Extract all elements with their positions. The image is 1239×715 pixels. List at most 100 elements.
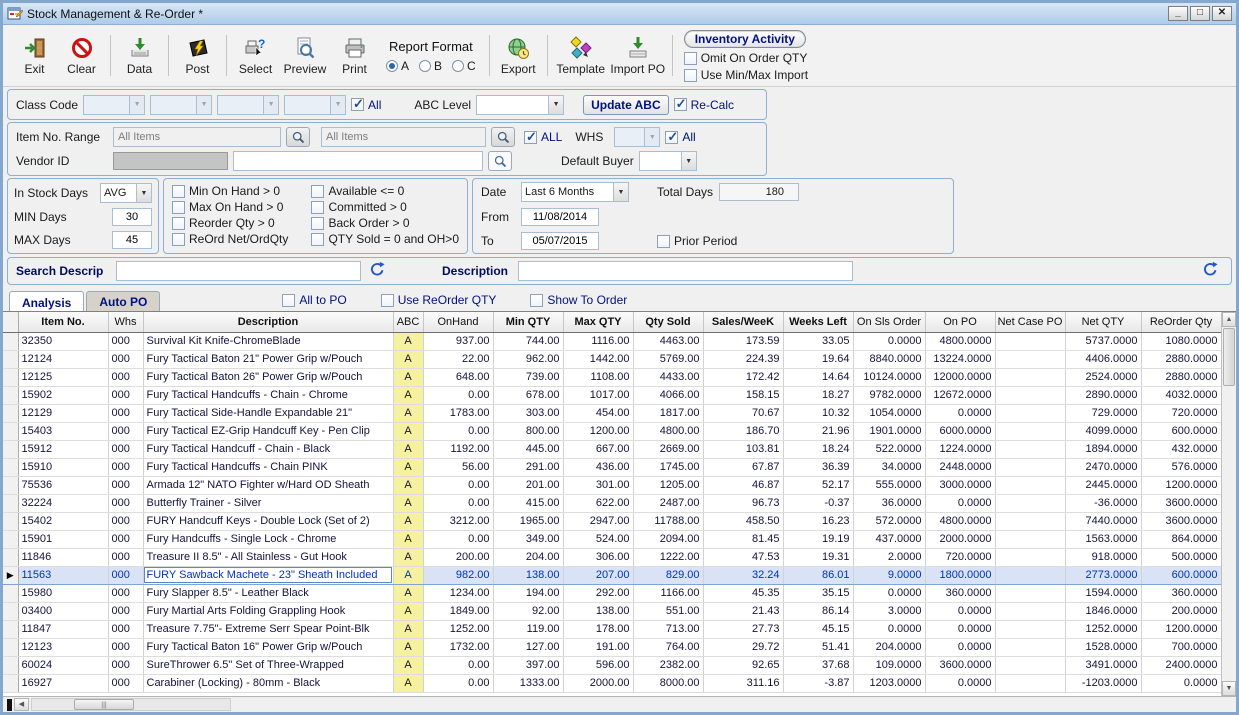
cell-abc[interactable]: A <box>393 476 423 494</box>
cell-minq[interactable]: 291.00 <box>493 458 563 476</box>
cell-onpo[interactable]: 0.0000 <box>925 620 995 638</box>
cell-onhand[interactable]: 1849.00 <box>423 602 493 620</box>
cell-desc[interactable]: Treasure II 8.5" - All Stainless - Gut H… <box>143 548 393 566</box>
cell-onpo[interactable]: 4800.0000 <box>925 512 995 530</box>
cell-abc[interactable]: A <box>393 530 423 548</box>
cell-whs[interactable]: 000 <box>108 548 143 566</box>
cell-abc[interactable]: A <box>393 638 423 656</box>
class-code-combo-1[interactable]: ▼ <box>83 95 145 115</box>
tab-analysis[interactable]: Analysis <box>9 291 84 312</box>
cell-ncase[interactable] <box>995 530 1065 548</box>
cell-minq[interactable]: 204.00 <box>493 548 563 566</box>
cell-netq[interactable]: 4406.0000 <box>1065 350 1141 368</box>
cell-onsls[interactable]: 34.0000 <box>853 458 925 476</box>
all-to-po-checkbox[interactable]: All to PO <box>282 293 346 307</box>
prior-period-checkbox[interactable]: Prior Period <box>657 234 737 248</box>
cell-onpo[interactable]: 12000.0000 <box>925 368 995 386</box>
print-button[interactable]: Print <box>331 27 378 84</box>
cell-abc[interactable]: A <box>393 368 423 386</box>
cell-qsold[interactable]: 5769.00 <box>633 350 703 368</box>
cell-whs[interactable]: 000 <box>108 422 143 440</box>
cell-wleft[interactable]: 36.39 <box>783 458 853 476</box>
cell-item[interactable]: 32350 <box>18 332 108 350</box>
back-order-checkbox[interactable]: Back Order > 0 <box>311 216 459 230</box>
post-button[interactable]: Post <box>174 27 221 84</box>
cell-minq[interactable]: 678.00 <box>493 386 563 404</box>
show-to-order-checkbox[interactable]: Show To Order <box>530 293 627 307</box>
column-header-item[interactable]: Item No. <box>18 312 108 332</box>
row-selector-gutter[interactable] <box>3 368 18 386</box>
cell-netq[interactable]: 2445.0000 <box>1065 476 1141 494</box>
cell-maxq[interactable]: 1017.00 <box>563 386 633 404</box>
table-row[interactable]: 12123000Fury Tactical Baton 16" Power Gr… <box>3 638 1221 656</box>
cell-desc[interactable]: SureThrower 6.5" Set of Three-Wrapped <box>143 656 393 674</box>
column-header-desc[interactable]: Description <box>143 312 393 332</box>
cell-ncase[interactable] <box>995 368 1065 386</box>
cell-onpo[interactable]: 1800.0000 <box>925 566 995 584</box>
available-checkbox[interactable]: Available <= 0 <box>311 184 459 198</box>
cell-rord[interactable]: 200.0000 <box>1141 602 1221 620</box>
cell-whs[interactable]: 000 <box>108 350 143 368</box>
cell-desc[interactable]: Fury Tactical Handcuffs - Chain - Chrome <box>143 386 393 404</box>
row-selector-gutter[interactable] <box>3 386 18 404</box>
table-row[interactable]: 11847000Treasure 7.75"- Extreme Serr Spe… <box>3 620 1221 638</box>
cell-sweek[interactable]: 311.16 <box>703 674 783 692</box>
table-row[interactable]: 15912000Fury Tactical Handcuff - Chain -… <box>3 440 1221 458</box>
cell-onhand[interactable]: 56.00 <box>423 458 493 476</box>
cell-maxq[interactable]: 301.00 <box>563 476 633 494</box>
cell-qsold[interactable]: 2094.00 <box>633 530 703 548</box>
item-to-search-button[interactable] <box>491 127 515 147</box>
cell-netq[interactable]: 1894.0000 <box>1065 440 1141 458</box>
cell-onhand[interactable]: 1732.00 <box>423 638 493 656</box>
cell-item[interactable]: 16927 <box>18 674 108 692</box>
cell-abc[interactable]: A <box>393 440 423 458</box>
cell-sweek[interactable]: 81.45 <box>703 530 783 548</box>
cell-onpo[interactable]: 720.0000 <box>925 548 995 566</box>
cell-ncase[interactable] <box>995 620 1065 638</box>
table-row[interactable]: 03400000Fury Martial Arts Folding Grappl… <box>3 602 1221 620</box>
cell-wleft[interactable]: 18.27 <box>783 386 853 404</box>
cell-wleft[interactable]: 21.96 <box>783 422 853 440</box>
cell-rord[interactable]: 2880.0000 <box>1141 350 1221 368</box>
cell-rord[interactable]: 576.0000 <box>1141 458 1221 476</box>
cell-rord[interactable]: 1200.0000 <box>1141 620 1221 638</box>
cell-onpo[interactable]: 3000.0000 <box>925 476 995 494</box>
cell-minq[interactable]: 194.00 <box>493 584 563 602</box>
cell-qsold[interactable]: 4800.00 <box>633 422 703 440</box>
table-row[interactable]: 12125000Fury Tactical Baton 26" Power Gr… <box>3 368 1221 386</box>
cell-rord[interactable]: 1200.0000 <box>1141 476 1221 494</box>
table-row[interactable]: 15980000Fury Slapper 8.5" - Leather Blac… <box>3 584 1221 602</box>
column-header-wleft[interactable]: Weeks Left <box>783 312 853 332</box>
cell-onpo[interactable]: 0.0000 <box>925 674 995 692</box>
cell-ncase[interactable] <box>995 512 1065 530</box>
cell-abc[interactable]: A <box>393 332 423 350</box>
cell-sweek[interactable]: 186.70 <box>703 422 783 440</box>
table-row[interactable]: 11846000Treasure II 8.5" - All Stainless… <box>3 548 1221 566</box>
cell-desc[interactable]: Fury Tactical Baton 21" Power Grip w/Pou… <box>143 350 393 368</box>
cell-ncase[interactable] <box>995 494 1065 512</box>
cell-whs[interactable]: 000 <box>108 566 143 584</box>
cell-desc[interactable]: Fury Tactical Handcuffs - Chain PINK <box>143 458 393 476</box>
cell-maxq[interactable]: 524.00 <box>563 530 633 548</box>
cell-item[interactable]: 75536 <box>18 476 108 494</box>
cell-netq[interactable]: 5737.0000 <box>1065 332 1141 350</box>
column-header-onhand[interactable]: OnHand <box>423 312 493 332</box>
cell-qsold[interactable]: 2382.00 <box>633 656 703 674</box>
scroll-track[interactable] <box>1222 387 1236 681</box>
minimize-button[interactable]: _ <box>1168 6 1188 21</box>
cell-rord[interactable]: 500.0000 <box>1141 548 1221 566</box>
cell-abc[interactable]: A <box>393 386 423 404</box>
date-range-combo[interactable]: Last 6 Months▼ <box>521 182 629 202</box>
cell-item[interactable]: 12123 <box>18 638 108 656</box>
cell-abc[interactable]: A <box>393 494 423 512</box>
search-refresh-button[interactable] <box>369 261 386 281</box>
use-reorder-qty-checkbox[interactable]: Use ReOrder QTY <box>381 293 497 307</box>
cell-sweek[interactable]: 173.59 <box>703 332 783 350</box>
cell-rord[interactable]: 700.0000 <box>1141 638 1221 656</box>
close-button[interactable]: ✕ <box>1212 6 1232 21</box>
report-format-a-radio[interactable]: A <box>386 59 409 73</box>
cell-wleft[interactable]: 52.17 <box>783 476 853 494</box>
cell-qsold[interactable]: 1745.00 <box>633 458 703 476</box>
cell-item[interactable]: 15403 <box>18 422 108 440</box>
cell-desc[interactable]: Treasure 7.75"- Extreme Serr Spear Point… <box>143 620 393 638</box>
